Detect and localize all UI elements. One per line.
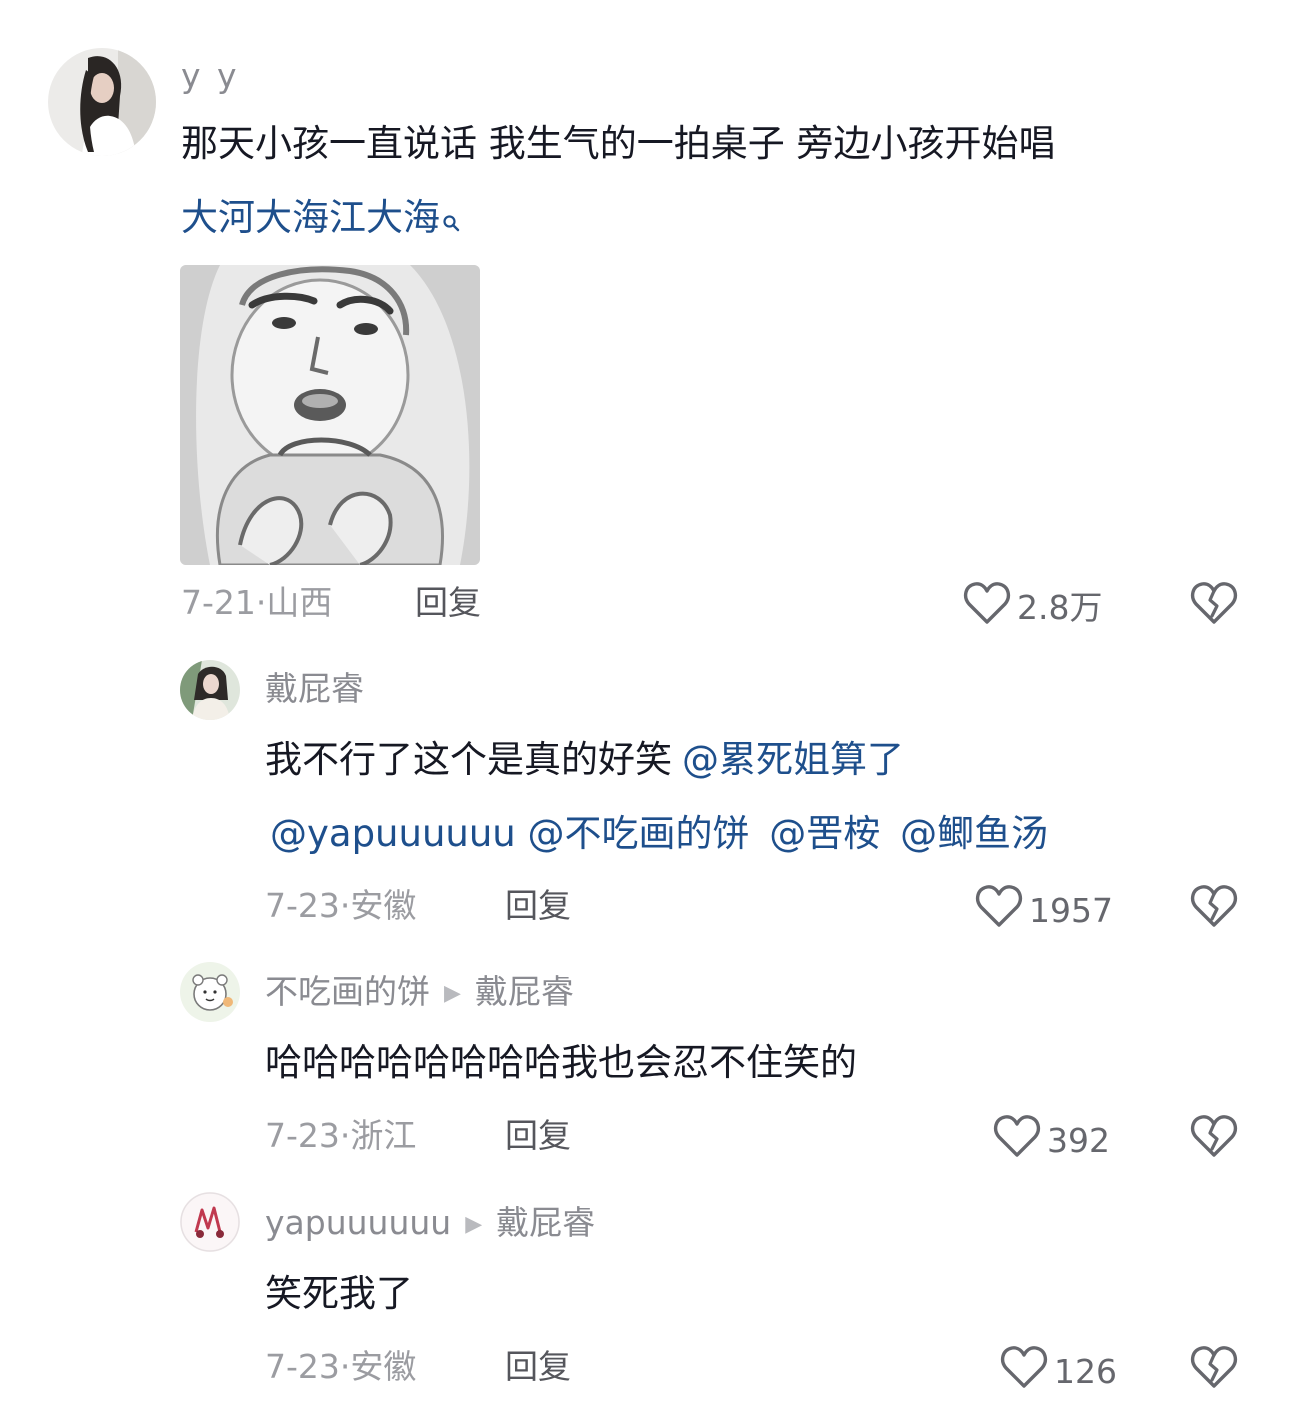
reply-meta: 7-23·浙江	[265, 1116, 416, 1156]
like-count: 126	[1054, 1351, 1117, 1391]
reply-button[interactable]: 回复	[505, 886, 571, 926]
broken-heart-icon[interactable]	[1190, 885, 1238, 933]
heart-outline-icon[interactable]	[993, 1113, 1041, 1168]
search-link-text[interactable]: 大河大海江大海	[181, 196, 440, 239]
like-count: 392	[1047, 1120, 1110, 1160]
comment-region: 山西	[266, 583, 333, 622]
dislike-button[interactable]	[1190, 1113, 1238, 1163]
meta-dot: ·	[339, 1347, 351, 1386]
meta-dot: ·	[339, 1116, 351, 1155]
comment-text: 那天小孩一直说话 我生气的一拍桌子 旁边小孩开始唱	[181, 122, 1056, 165]
mention-link[interactable]: @累死姐算了	[682, 738, 904, 781]
comment-meta: 7-21·山西	[181, 583, 332, 623]
like-button[interactable]: 2.8万	[963, 580, 1102, 635]
reply-text: 哈哈哈哈哈哈哈哈我也会忍不住笑的	[265, 1041, 857, 1084]
mention-link[interactable]: @罟桉	[769, 812, 880, 855]
reply-author[interactable]: yapuuuuuu	[265, 1203, 451, 1242]
triangle-right-icon: ▶	[465, 1211, 483, 1237]
dislike-button[interactable]	[1190, 883, 1238, 933]
triangle-right-icon: ▶	[444, 980, 461, 1006]
reply-button[interactable]: 回复	[505, 1347, 571, 1387]
reply-text: 我不行了这个是真的好笑 @累死姐算了	[265, 737, 904, 783]
heart-outline-icon[interactable]	[975, 883, 1023, 938]
heart-outline-icon[interactable]	[963, 580, 1011, 635]
reply-meta: 7-23·安徽	[265, 886, 416, 926]
search-icon[interactable]	[442, 197, 460, 243]
broken-heart-icon[interactable]	[1190, 582, 1238, 630]
reply-meta: 7-23·安徽	[265, 1347, 416, 1387]
comment-author[interactable]: y y	[181, 56, 240, 96]
like-count: 1957	[1029, 890, 1113, 930]
reply-button[interactable]: 回复	[415, 583, 481, 623]
broken-heart-icon[interactable]	[1190, 1346, 1238, 1394]
meme-image[interactable]	[180, 265, 480, 565]
avatar[interactable]	[180, 660, 240, 720]
reply-author-line: 不吃画的饼 ▶ 戴屁睿	[265, 972, 574, 1014]
mention-link[interactable]: @yapuuuuuu	[270, 812, 516, 855]
mention-link[interactable]: @鲫鱼汤	[900, 812, 1048, 855]
reply-region: 安徽	[350, 886, 417, 925]
avatar[interactable]	[48, 48, 156, 156]
meta-dot: ·	[255, 583, 267, 622]
search-link[interactable]: 大河大海江大海	[181, 195, 460, 243]
reply-date: 7-23	[265, 1116, 340, 1155]
broken-heart-icon[interactable]	[1190, 1115, 1238, 1163]
like-button[interactable]: 1957	[975, 883, 1113, 938]
meta-dot: ·	[339, 886, 351, 925]
reply-to-author[interactable]: 戴屁睿	[475, 972, 574, 1011]
reply-author[interactable]: 戴屁睿	[265, 669, 364, 709]
reply-date: 7-23	[265, 886, 340, 925]
reply-author-line: yapuuuuuu ▶ 戴屁睿	[265, 1203, 595, 1245]
dislike-button[interactable]	[1190, 1344, 1238, 1394]
heart-outline-icon[interactable]	[1000, 1344, 1048, 1399]
reply-date: 7-23	[265, 1347, 340, 1386]
avatar[interactable]	[180, 962, 240, 1022]
avatar[interactable]	[180, 1192, 240, 1252]
like-count: 2.8万	[1017, 587, 1103, 627]
reply-button[interactable]: 回复	[505, 1116, 571, 1156]
like-button[interactable]: 392	[993, 1113, 1110, 1168]
mention-link[interactable]: @不吃画的饼	[528, 812, 750, 855]
reply-mentions: @yapuuuuuu @不吃画的饼 @罟桉 @鲫鱼汤	[270, 811, 1048, 857]
comment-date: 7-21	[181, 583, 256, 622]
reply-region: 安徽	[350, 1347, 417, 1386]
like-button[interactable]: 126	[1000, 1344, 1117, 1399]
reply-author[interactable]: 不吃画的饼	[265, 972, 430, 1011]
reply-region: 浙江	[350, 1116, 417, 1155]
reply-text: 笑死我了	[265, 1272, 413, 1315]
dislike-button[interactable]	[1190, 580, 1238, 630]
reply-to-author[interactable]: 戴屁睿	[496, 1203, 595, 1242]
reply-text-body: 我不行了这个是真的好笑	[265, 738, 672, 781]
